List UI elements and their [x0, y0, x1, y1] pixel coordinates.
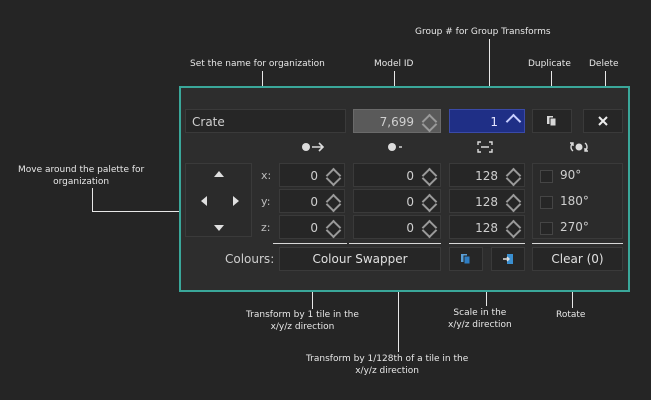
rotate-180-checkbox[interactable]	[540, 196, 553, 209]
rotate-options: 90° 180° 270°	[532, 163, 623, 239]
name-input[interactable]: Crate	[185, 109, 346, 133]
paste-colours-button[interactable]	[491, 247, 525, 271]
move-tile-icon	[301, 141, 327, 156]
fine-z-value: 0	[406, 221, 414, 235]
tile-z-stepper[interactable]	[325, 218, 342, 239]
tile-y-stepper[interactable]	[325, 192, 342, 213]
annotation-model: Model ID	[374, 59, 414, 69]
annotation-move: Move around the palette for organization	[18, 165, 145, 187]
axis-label-x: x:	[261, 169, 272, 182]
duplicate-button[interactable]	[532, 109, 572, 133]
object-panel: Crate 7,699 1 x: y: z: 0 0 0 0 0 0 128 1…	[179, 86, 630, 292]
scale-z-input[interactable]: 128	[449, 215, 525, 239]
scale-x-stepper[interactable]	[505, 166, 522, 187]
annotation-transform128: Transform by 1/128th of a tile in the x/…	[306, 354, 469, 376]
separator	[532, 243, 623, 244]
model-id-value: 7,699	[379, 115, 414, 129]
separator	[349, 243, 441, 244]
tile-x-input[interactable]: 0	[279, 163, 345, 187]
copy-icon	[461, 254, 471, 265]
scale-x-input[interactable]: 128	[449, 163, 525, 187]
tile-x-stepper[interactable]	[325, 166, 342, 187]
tile-x-value: 0	[310, 169, 318, 183]
separator	[449, 243, 525, 244]
group-input[interactable]: 1	[449, 109, 525, 133]
scale-z-stepper[interactable]	[505, 218, 522, 239]
fine-x-value: 0	[406, 169, 414, 183]
move-fine-icon	[387, 141, 407, 156]
rotate-90-label: 90°	[560, 168, 582, 182]
fine-x-input[interactable]: 0	[353, 163, 441, 187]
rotate-90-checkbox[interactable]	[540, 170, 553, 183]
scale-icon	[477, 141, 493, 156]
colours-label: Colours:	[225, 252, 275, 266]
group-stepper[interactable]	[505, 112, 522, 132]
fine-x-stepper[interactable]	[421, 166, 438, 187]
move-up-arrow[interactable]	[214, 171, 224, 177]
annotation-name: Set the name for organization	[190, 59, 325, 69]
scale-y-value: 128	[475, 195, 498, 209]
leader-line	[92, 188, 93, 212]
fine-z-input[interactable]: 0	[353, 215, 441, 239]
move-left-arrow[interactable]	[201, 196, 207, 206]
move-down-arrow[interactable]	[214, 225, 224, 231]
close-icon	[598, 116, 608, 126]
colour-swapper-button[interactable]: Colour Swapper	[279, 247, 441, 271]
annotation-duplicate: Duplicate	[528, 59, 571, 69]
scale-x-value: 128	[475, 169, 498, 183]
separator	[273, 243, 347, 244]
copy-icon	[547, 116, 557, 127]
scale-y-input[interactable]: 128	[449, 189, 525, 213]
tile-y-value: 0	[310, 195, 318, 209]
clear-colours-button[interactable]: Clear (0)	[532, 247, 623, 271]
annotation-scale: Scale in the x/y/z direction	[448, 308, 512, 330]
tile-z-input[interactable]: 0	[279, 215, 345, 239]
leader-line	[92, 211, 185, 212]
tile-z-value: 0	[310, 221, 318, 235]
axis-label-y: y:	[261, 195, 271, 208]
fine-y-stepper[interactable]	[421, 192, 438, 213]
annotation-group: Group # for Group Transforms	[415, 27, 551, 37]
annotation-rotate: Rotate	[556, 310, 586, 320]
annotation-transform1: Transform by 1 tile in the x/y/z directi…	[246, 310, 359, 332]
rotate-180-label: 180°	[560, 194, 589, 208]
paste-icon	[503, 254, 513, 264]
model-id-stepper[interactable]	[421, 112, 438, 133]
copy-colours-button[interactable]	[449, 247, 483, 271]
rotate-270-label: 270°	[560, 220, 589, 234]
move-right-arrow[interactable]	[233, 196, 239, 206]
group-value: 1	[490, 115, 498, 129]
delete-button[interactable]	[583, 109, 623, 133]
clear-colours-label: Clear (0)	[551, 252, 604, 266]
scale-y-stepper[interactable]	[505, 192, 522, 213]
annotation-delete: Delete	[589, 59, 619, 69]
fine-y-input[interactable]: 0	[353, 189, 441, 213]
fine-y-value: 0	[406, 195, 414, 209]
palette-move-pad	[185, 163, 252, 237]
model-id-input[interactable]: 7,699	[353, 109, 441, 133]
tile-y-input[interactable]: 0	[279, 189, 345, 213]
rotate-270-checkbox[interactable]	[540, 222, 553, 235]
axis-label-z: z:	[261, 221, 271, 234]
fine-z-stepper[interactable]	[421, 218, 438, 239]
rotate-icon	[565, 141, 593, 156]
colour-swapper-label: Colour Swapper	[312, 252, 408, 266]
scale-z-value: 128	[475, 221, 498, 235]
